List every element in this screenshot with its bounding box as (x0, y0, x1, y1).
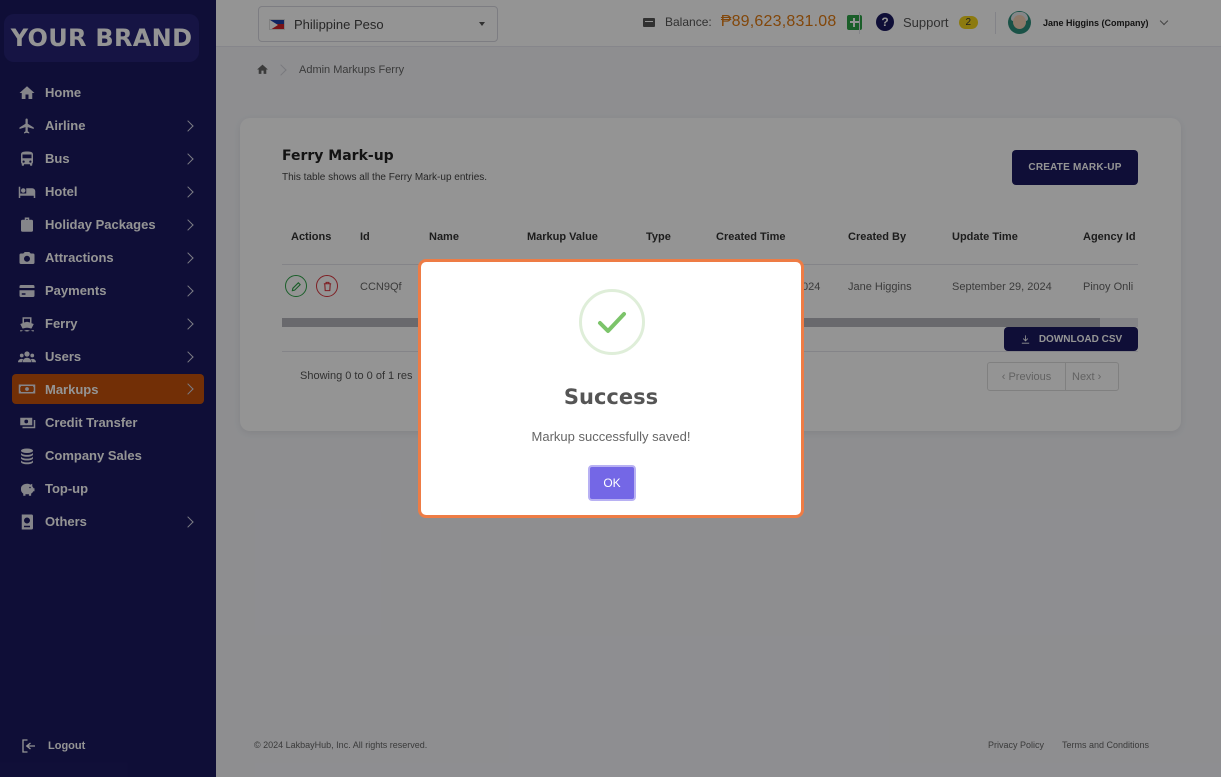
success-dialog: Success Markup successfully saved! OK (418, 259, 804, 518)
success-check-icon (579, 289, 645, 355)
dialog-message: Markup successfully saved! (531, 429, 691, 444)
ok-button[interactable]: OK (588, 465, 636, 501)
dialog-title: Success (563, 385, 659, 409)
